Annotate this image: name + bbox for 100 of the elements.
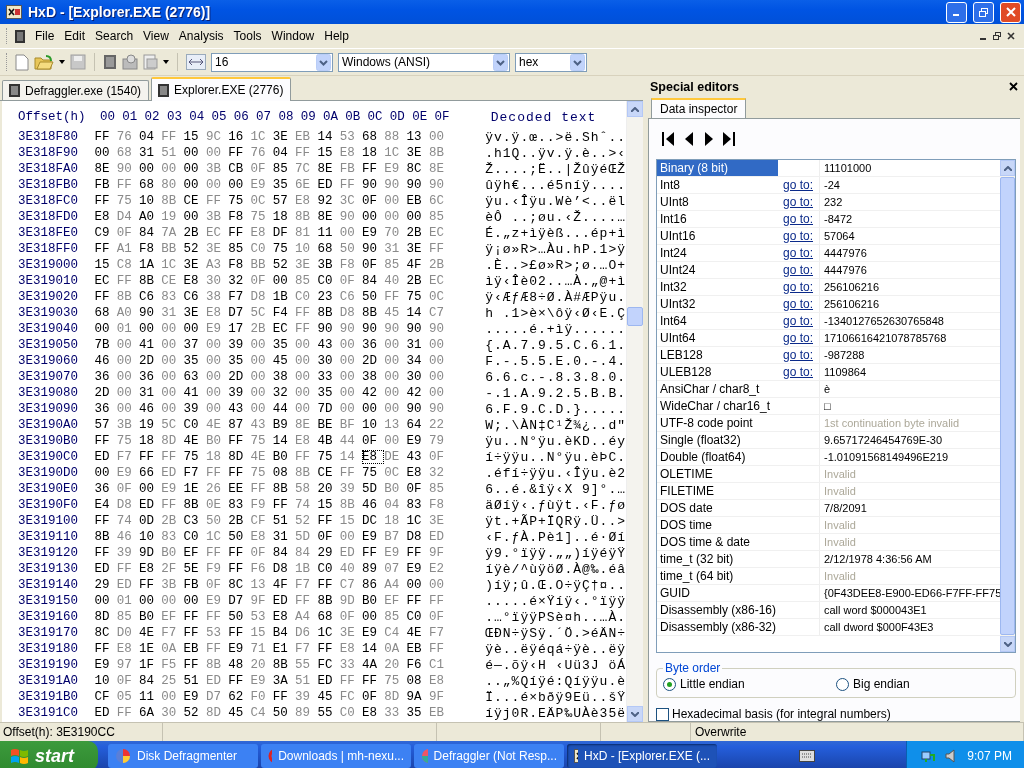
- hex-byte[interactable]: 3E: [406, 146, 429, 160]
- next-icon[interactable]: [704, 132, 713, 146]
- hex-byte[interactable]: FF: [228, 674, 251, 688]
- hex-byte[interactable]: 29: [94, 578, 117, 592]
- hex-byte[interactable]: 48: [228, 658, 251, 672]
- hex-byte[interactable]: 35: [183, 354, 206, 368]
- hex-byte[interactable]: FF: [94, 194, 117, 208]
- hex-byte[interactable]: 90: [116, 162, 139, 176]
- hex-byte[interactable]: 0D: [139, 514, 162, 528]
- hex-byte[interactable]: 00: [428, 386, 452, 400]
- hex-byte[interactable]: ED: [94, 450, 117, 464]
- hex-byte[interactable]: 52: [183, 242, 206, 256]
- hex-byte[interactable]: 8B: [94, 530, 117, 544]
- hex-byte[interactable]: 90: [384, 322, 407, 336]
- hex-byte[interactable]: 0F: [250, 546, 273, 560]
- restore-icon[interactable]: [978, 6, 989, 18]
- hex-byte[interactable]: 0F: [428, 610, 452, 624]
- minimize-button[interactable]: [946, 1, 967, 23]
- panel-tab[interactable]: Data inspector: [651, 98, 747, 118]
- hex-byte[interactable]: E9: [406, 562, 429, 576]
- scroll-up-button[interactable]: [627, 101, 643, 117]
- hex-byte[interactable]: 15: [94, 258, 117, 272]
- hex-byte[interactable]: 00: [428, 578, 452, 592]
- hex-byte[interactable]: 10: [362, 418, 385, 432]
- hex-byte[interactable]: C4: [250, 706, 273, 720]
- hex-byte[interactable]: 3E: [406, 242, 429, 256]
- hex-byte[interactable]: FF: [183, 658, 206, 672]
- property-label[interactable]: Binary (8 bit): [657, 160, 778, 176]
- menu-item[interactable]: View: [138, 27, 174, 45]
- hex-byte[interactable]: 43: [406, 450, 429, 464]
- go-to-link[interactable]: go to:: [778, 178, 813, 192]
- hex-byte[interactable]: B0: [161, 546, 184, 560]
- hex-byte[interactable]: 33: [317, 370, 340, 384]
- property-label[interactable]: GUID: [657, 585, 778, 601]
- hex-byte[interactable]: F9: [250, 498, 273, 512]
- hex-byte[interactable]: 00: [295, 370, 318, 384]
- hex-byte[interactable]: FF: [317, 578, 340, 592]
- hex-byte[interactable]: 2D: [139, 354, 162, 368]
- hex-byte[interactable]: 39: [295, 690, 318, 704]
- go-to-link[interactable]: go to:: [778, 331, 813, 345]
- scroll-up-button[interactable]: [1000, 160, 1015, 176]
- hex-byte[interactable]: 00: [295, 386, 318, 400]
- go-to-link[interactable]: go to:: [778, 195, 813, 209]
- hex-byte[interactable]: FF: [362, 674, 385, 688]
- hex-byte[interactable]: 20: [317, 482, 340, 496]
- hex-byte[interactable]: 00: [339, 338, 362, 352]
- hex-byte[interactable]: 43: [228, 402, 251, 416]
- hex-byte[interactable]: 00: [94, 146, 117, 160]
- hex-byte[interactable]: FB: [183, 578, 206, 592]
- hex-byte[interactable]: 50: [228, 610, 251, 624]
- hex-byte[interactable]: 8E: [317, 210, 340, 224]
- hex-byte[interactable]: 31: [384, 242, 407, 256]
- hex-byte[interactable]: 13: [250, 578, 273, 592]
- hex-byte[interactable]: E1: [272, 642, 296, 656]
- hex-byte[interactable]: F8: [228, 258, 251, 272]
- hex-byte[interactable]: 00: [161, 162, 184, 176]
- hex-byte[interactable]: CF: [94, 690, 117, 704]
- hex-byte[interactable]: 38: [272, 370, 296, 384]
- hex-byte[interactable]: FF: [272, 498, 296, 512]
- hex-byte[interactable]: 42: [406, 386, 429, 400]
- hex-byte[interactable]: 84: [139, 674, 162, 688]
- hex-byte[interactable]: 90: [317, 322, 340, 336]
- checkbox[interactable]: [656, 707, 669, 721]
- hex-byte[interactable]: EF: [183, 546, 206, 560]
- hex-byte[interactable]: 0A: [161, 642, 184, 656]
- hex-byte[interactable]: 9F: [428, 546, 452, 560]
- hex-byte[interactable]: 38: [205, 290, 229, 304]
- hex-byte[interactable]: 32: [272, 386, 296, 400]
- hex-byte[interactable]: 00: [295, 354, 318, 368]
- hex-byte[interactable]: 9F: [250, 594, 273, 608]
- hex-byte[interactable]: 68: [139, 178, 162, 192]
- hex-byte[interactable]: 00: [94, 594, 117, 608]
- hex-byte[interactable]: ED: [317, 674, 340, 688]
- hex-byte[interactable]: 29: [317, 546, 340, 560]
- hex-byte[interactable]: 30: [406, 370, 429, 384]
- hex-byte[interactable]: C0: [183, 418, 206, 432]
- hex-byte[interactable]: 00: [183, 210, 206, 224]
- hex-byte[interactable]: 2B: [183, 226, 206, 240]
- hex-byte[interactable]: 44: [272, 402, 296, 416]
- hex-byte[interactable]: 90: [139, 306, 162, 320]
- hex-byte[interactable]: C3: [183, 514, 206, 528]
- hex-byte[interactable]: 85: [428, 210, 452, 224]
- hex-byte[interactable]: F8: [139, 242, 162, 256]
- hex-byte[interactable]: 58: [295, 482, 318, 496]
- hex-byte[interactable]: FF: [139, 450, 162, 464]
- hex-byte[interactable]: 10: [139, 530, 162, 544]
- hex-byte[interactable]: CB: [228, 162, 251, 176]
- hex-byte[interactable]: 53: [205, 626, 229, 640]
- hex-byte[interactable]: 8B: [272, 482, 296, 496]
- hex-byte[interactable]: ED: [139, 498, 162, 512]
- hex-byte[interactable]: 00: [183, 178, 206, 192]
- hex-byte[interactable]: 90: [362, 178, 385, 192]
- hex-byte[interactable]: C9: [94, 226, 117, 240]
- hex-byte[interactable]: 68: [317, 610, 340, 624]
- hex-byte[interactable]: 14: [406, 306, 429, 320]
- hex-byte[interactable]: 5C: [161, 418, 184, 432]
- keyboard-icon[interactable]: [799, 750, 816, 762]
- new-file-icon[interactable]: [15, 53, 29, 71]
- hex-byte[interactable]: ED: [317, 178, 340, 192]
- hex-byte[interactable]: ED: [94, 706, 117, 720]
